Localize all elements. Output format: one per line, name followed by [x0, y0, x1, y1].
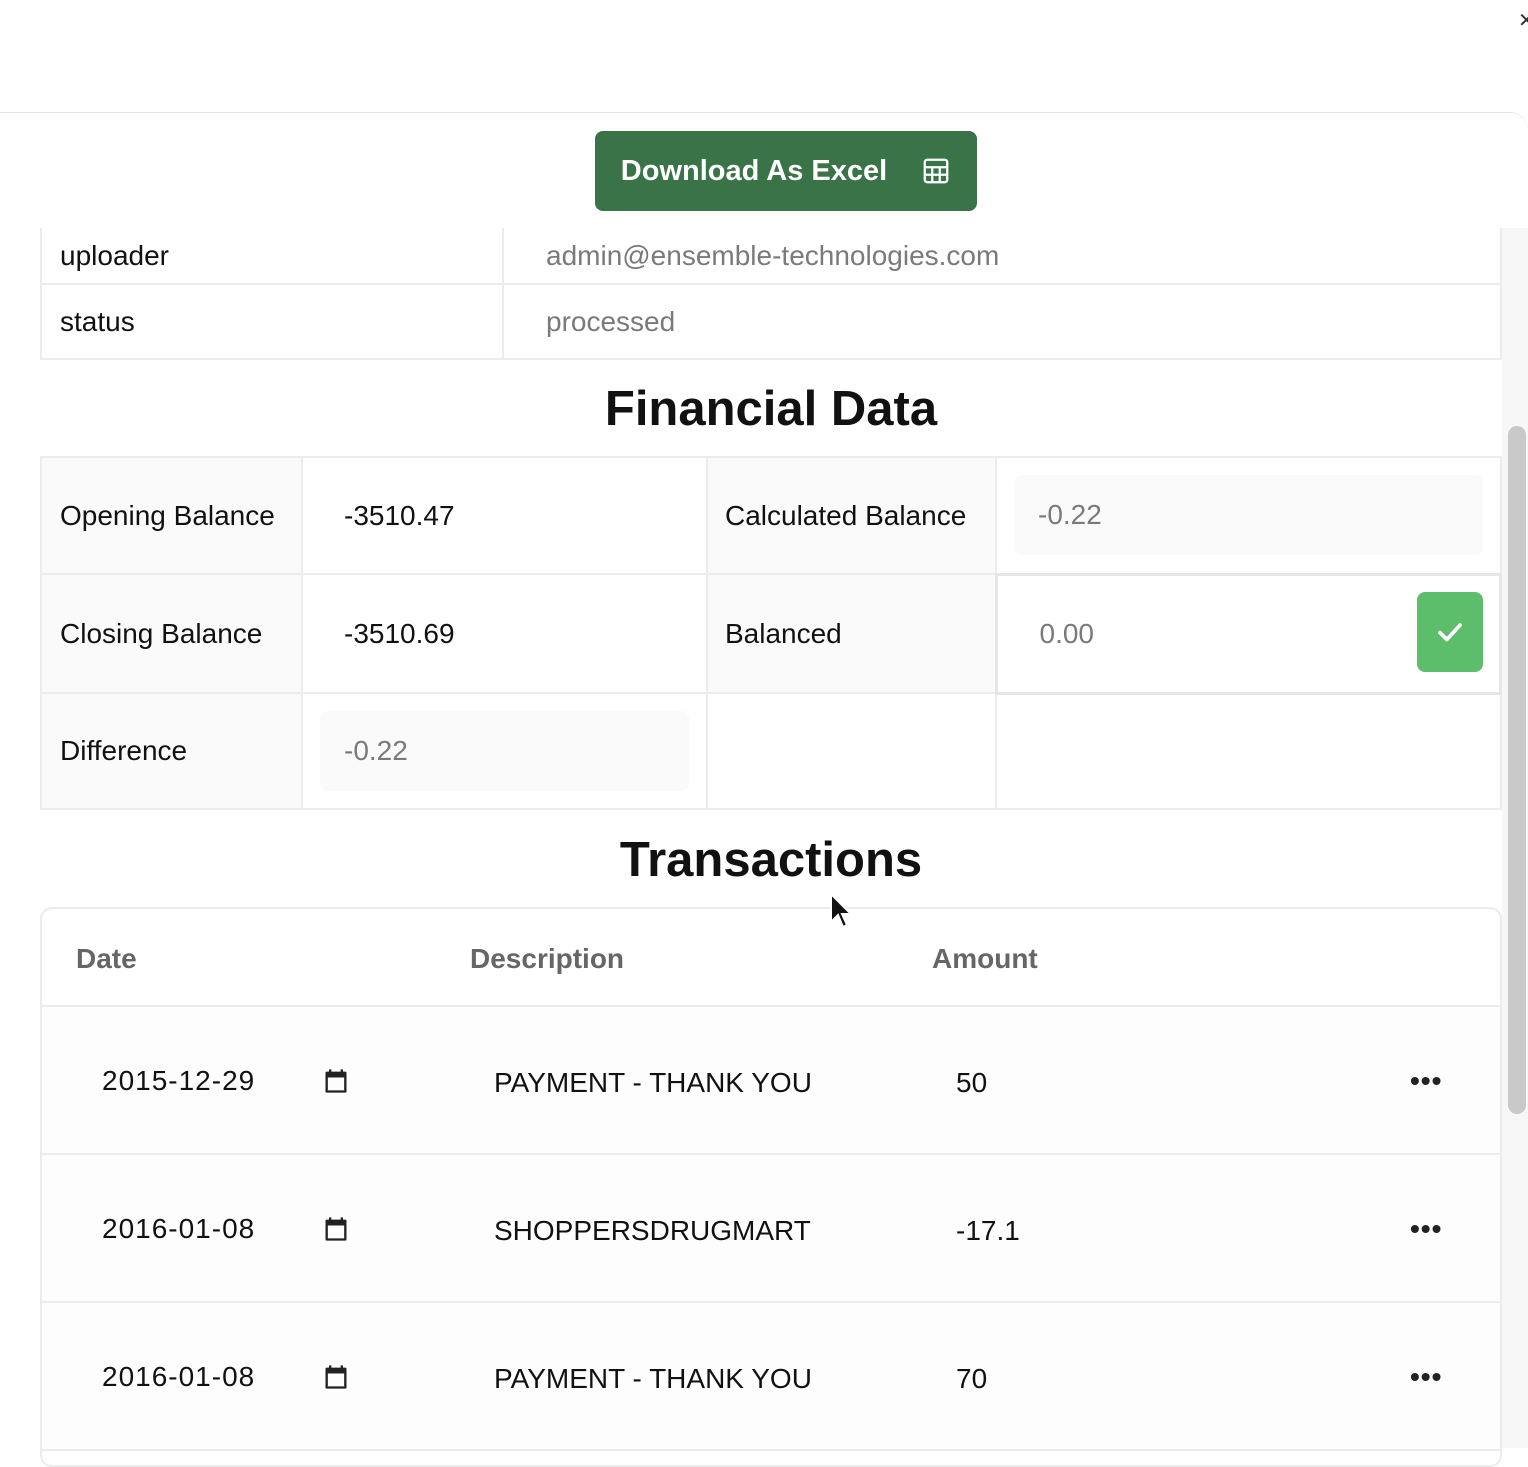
- date-field[interactable]: 2016-01-08: [102, 1361, 255, 1393]
- close-icon[interactable]: ✕: [1518, 8, 1528, 32]
- table-row: 2016-01-08 SHOPPERSDRUGMART( -17.1 •••: [42, 1155, 1500, 1303]
- date-field[interactable]: 2016-01-08: [102, 1213, 255, 1245]
- scrollbar-thumb[interactable]: [1508, 426, 1526, 1114]
- balanced-label: Balanced: [706, 573, 997, 694]
- window-top-bar: ✕: [0, 0, 1528, 112]
- transactions-title: Transactions: [619, 833, 923, 887]
- closing-balance-input[interactable]: -3510.69: [320, 593, 689, 674]
- difference-label: Difference: [40, 692, 303, 810]
- meta-key-uploader: uploader: [40, 228, 504, 285]
- transactions-header: Date Description Amount: [42, 909, 1500, 1007]
- more-horizontal-icon[interactable]: •••: [1410, 1065, 1442, 1097]
- metadata-table: uploader admin@ensemble-technologies.com…: [40, 228, 1502, 360]
- financial-data-table: Opening Balance -3510.47 Calculated Bala…: [40, 456, 1502, 810]
- difference-value: -0.22: [320, 711, 689, 791]
- column-header-date[interactable]: Date: [76, 943, 137, 975]
- balanced-cell: 0.00: [994, 572, 1502, 695]
- check-icon: [1438, 622, 1462, 641]
- description-field[interactable]: SHOPPERSDRUGMART(: [494, 1215, 812, 1247]
- calendar-icon[interactable]: [322, 1215, 350, 1243]
- opening-balance-label: Opening Balance: [40, 456, 303, 575]
- opening-balance-input[interactable]: -3510.47: [320, 475, 689, 556]
- balanced-value: 0.00: [1039, 617, 1095, 649]
- column-header-amount[interactable]: Amount: [932, 943, 1038, 975]
- financial-row: Difference -0.22: [40, 692, 1502, 810]
- calendar-icon[interactable]: [322, 1067, 350, 1095]
- table-row: 2015-12-29 PAYMENT - THANK YOU 50 •••: [42, 1007, 1500, 1155]
- closing-balance-label: Closing Balance: [40, 573, 303, 694]
- amount-field[interactable]: -17.1: [956, 1215, 1020, 1247]
- metadata-section: uploader admin@ensemble-technologies.com…: [40, 228, 1502, 360]
- mouse-pointer-icon: [830, 892, 854, 929]
- meta-value-uploader: admin@ensemble-technologies.com: [502, 228, 1502, 285]
- amount-field[interactable]: 50: [956, 1067, 987, 1099]
- metadata-row: status processed: [40, 283, 1502, 360]
- opening-balance-cell: -3510.47: [301, 456, 708, 575]
- calculated-balance-cell: -0.22: [995, 456, 1502, 575]
- meta-value-status: processed: [502, 283, 1502, 360]
- financial-row: Opening Balance -3510.47 Calculated Bala…: [40, 456, 1502, 575]
- empty-cell: [706, 692, 997, 810]
- column-header-description[interactable]: Description: [470, 943, 624, 975]
- calculated-balance-label: Calculated Balance: [706, 456, 997, 575]
- metadata-row: uploader admin@ensemble-technologies.com: [40, 228, 1502, 285]
- more-horizontal-icon[interactable]: •••: [1410, 1213, 1442, 1245]
- download-label: Download As Excel: [620, 154, 888, 187]
- amount-field[interactable]: 70: [956, 1363, 987, 1395]
- date-field[interactable]: 2015-12-29: [102, 1065, 255, 1097]
- difference-cell: -0.22: [301, 692, 708, 810]
- description-field[interactable]: PAYMENT - THANK YOU: [494, 1067, 812, 1099]
- meta-key-status: status: [40, 283, 504, 360]
- table-row: 2016-01-08 PAYMENT - THANK YOU 70 •••: [42, 1303, 1500, 1451]
- empty-cell: [995, 692, 1502, 810]
- table-grid-icon: [923, 158, 949, 184]
- download-excel-button[interactable]: Download As Excel: [595, 131, 977, 211]
- description-field[interactable]: PAYMENT - THANK YOU: [494, 1363, 812, 1395]
- financial-data-title: Financial Data: [604, 382, 938, 436]
- transactions-table: Date Description Amount 2015-12-29 PAYME…: [40, 907, 1502, 1467]
- more-horizontal-icon[interactable]: •••: [1410, 1361, 1442, 1393]
- financial-row: Closing Balance -3510.69 Balanced 0.00: [40, 572, 1502, 695]
- calculated-balance-value: -0.22: [1014, 475, 1483, 556]
- calendar-icon[interactable]: [322, 1363, 350, 1391]
- closing-balance-cell: -3510.69: [301, 573, 708, 694]
- balanced-ok-badge: [1417, 591, 1483, 672]
